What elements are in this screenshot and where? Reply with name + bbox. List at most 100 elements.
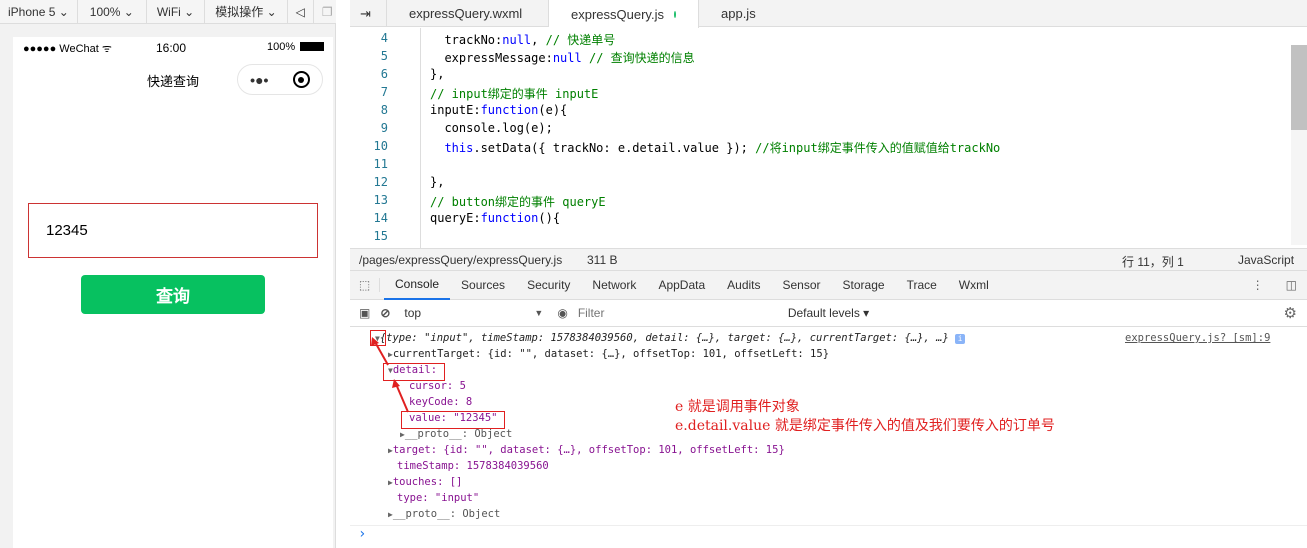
levels-select[interactable]: Default levels ▾ — [788, 306, 869, 320]
tab-expressquery-wxml[interactable]: expressQuery.wxml — [387, 0, 549, 27]
info-icon: i — [955, 334, 966, 344]
tracking-number-input[interactable]: 12345 — [28, 203, 318, 258]
log-text: __proto__: Object — [404, 428, 513, 440]
devtools-tab-sources[interactable]: Sources — [450, 271, 516, 300]
editor-tabs: ⇥ expressQuery.wxml expressQuery.js app.… — [350, 0, 1307, 28]
code-token: function — [480, 103, 539, 117]
tab-app-js[interactable]: app.js — [699, 0, 778, 27]
code-line: expressMessage:null // 查询快递的信息 — [430, 49, 694, 66]
annotation-detail-value: e.detail.value 就是绑定事件传入的值及我们要传入的订单号 — [675, 418, 1055, 434]
source-link[interactable]: expressQuery.js? [sm]:9 — [1125, 332, 1270, 344]
line-number: 8 — [380, 103, 388, 117]
clear-console-icon[interactable]: ⊘ — [380, 306, 390, 320]
code-token: }, — [430, 67, 445, 81]
battery-icon — [300, 42, 324, 51]
code-token: inputE: — [430, 103, 481, 117]
arrow-icon — [395, 383, 409, 413]
code-line: // input绑定的事件 inputE — [430, 85, 598, 102]
devtools-tab-wxml[interactable]: Wxml — [948, 271, 1000, 300]
indent-guide — [420, 28, 421, 248]
language-mode[interactable]: JavaScript — [1238, 253, 1294, 267]
annotation-event-object: e 就是调用事件对象 — [675, 399, 800, 415]
devtools-tab-network[interactable]: Network — [581, 271, 647, 300]
modified-dot-icon — [673, 10, 676, 18]
context-dropdown-icon[interactable]: ▼ — [534, 308, 543, 318]
code-token: // 快递单号 — [545, 33, 616, 47]
tab-expressquery-js[interactable]: expressQuery.js — [549, 0, 699, 28]
code-line: inputE:function(e){ — [430, 103, 567, 117]
wifi-icon: ᯤ — [98, 43, 112, 55]
filter-input[interactable] — [577, 306, 783, 320]
line-number: 4 — [380, 31, 388, 45]
prop-proto[interactable]: ▶__proto__: Object — [388, 508, 500, 520]
code-line: }, — [430, 67, 444, 81]
code-token: // input绑定的事件 inputE — [430, 87, 599, 101]
more-icon[interactable]: •●• — [250, 72, 268, 88]
file-path: /pages/expressQuery/expressQuery.js — [359, 253, 563, 267]
more-options-icon[interactable]: ⋮ — [1252, 278, 1264, 292]
code-token: //将input绑定事件传入的值赋值给trackNo — [755, 141, 1001, 155]
devtools-tab-console[interactable]: Console — [384, 271, 451, 300]
arrow-icon — [374, 341, 389, 366]
operation-select[interactable]: 模拟操作 ⌄ — [205, 0, 288, 24]
arrow-head-icon — [392, 379, 400, 388]
cursor-position: 行 11，列 1 — [1122, 255, 1184, 269]
prop-proto-detail[interactable]: ▶__proto__: Object — [400, 428, 512, 440]
editor-scrollbar-thumb[interactable] — [1291, 45, 1307, 130]
console-output: ▼{type: "input", timeStamp: 157838403956… — [350, 328, 1307, 548]
devtools-tab-storage[interactable]: Storage — [832, 271, 896, 300]
line-number: 11 — [373, 157, 388, 171]
line-number: 14 — [373, 211, 388, 225]
code-token: expressMessage: — [430, 51, 553, 65]
dock-icon[interactable]: ◫ — [1286, 278, 1297, 292]
console-prompt[interactable]: › — [358, 526, 366, 542]
code-token: null — [502, 33, 532, 47]
code-token: (){ — [538, 211, 561, 225]
prop-touches[interactable]: ▶touches: [] — [388, 476, 462, 488]
log-text: __proto__: Object — [392, 508, 501, 520]
log-text: touches: [] — [392, 476, 463, 488]
line-number: 15 — [373, 229, 388, 243]
prop-target[interactable]: ▶target: {id: "", dataset: {…}, offsetTo… — [388, 444, 785, 456]
tab-label: expressQuery.js — [571, 6, 664, 22]
carrier-text: ●●●●● WeChat — [23, 43, 99, 55]
code-line: queryE:function(){ — [430, 211, 560, 225]
eye-icon[interactable]: ◉ — [557, 306, 567, 320]
context-select[interactable]: top — [404, 306, 534, 320]
log-text: target: {id: "", dataset: {…}, offsetTop… — [392, 444, 785, 456]
devtools-tab-appdata[interactable]: AppData — [647, 271, 716, 300]
prop-timestamp: timeStamp: 1578384039560 — [397, 460, 549, 472]
settings-gear-icon[interactable]: ⚙ — [1284, 304, 1297, 322]
simulator-toolbar: iPhone 5 ⌄ 100% ⌄ WiFi ⌄ 模拟操作 ⌄ ◁ ❐ — [0, 0, 336, 24]
code-line: console.log(e); — [430, 121, 553, 135]
toggle-tree-icon[interactable]: ⇥ — [350, 0, 387, 27]
sound-icon[interactable]: ◁ — [288, 0, 314, 24]
clock: 16:00 — [156, 41, 187, 55]
code-editor[interactable]: 4 trackNo:null, // 快递单号 5 expressMessage:… — [350, 28, 1290, 248]
devtools-tab-security[interactable]: Security — [516, 271, 581, 300]
simulator-panel: iPhone 5 ⌄ 100% ⌄ WiFi ⌄ 模拟操作 ⌄ ◁ ❐ ●●●●… — [0, 0, 336, 548]
window-icon[interactable]: ❐ — [314, 0, 341, 24]
inspect-icon[interactable]: ⬚ — [350, 278, 380, 292]
code-token: (e){ — [538, 103, 568, 117]
query-button[interactable]: 查询 — [81, 275, 265, 314]
phone-screen: ●●●●● WeChat ᯤ 16:00 100% 快递查询 •●• 12345… — [13, 37, 333, 548]
zoom-select[interactable]: 100% ⌄ — [78, 0, 147, 24]
code-token: trackNo: — [430, 33, 503, 47]
code-token: this — [444, 141, 474, 155]
code-token: queryE: — [430, 211, 481, 225]
line-number: 5 — [380, 49, 388, 63]
network-select[interactable]: WiFi ⌄ — [147, 0, 206, 24]
close-miniprogram-icon[interactable] — [292, 71, 310, 88]
device-select[interactable]: iPhone 5 ⌄ — [0, 0, 78, 24]
devtools-tab-sensor[interactable]: Sensor — [772, 271, 832, 300]
code-token: console.log(e); — [430, 121, 553, 135]
prop-type: type: "input" — [397, 492, 480, 504]
devtools-tab-audits[interactable]: Audits — [716, 271, 771, 300]
devtools-tab-trace[interactable]: Trace — [896, 271, 948, 300]
carrier-status: ●●●●● WeChat ᯤ — [23, 41, 112, 56]
code-line: this.setData({ trackNo: e.detail.value }… — [430, 139, 1000, 156]
sidebar-toggle-icon[interactable]: ▣ — [359, 306, 370, 320]
capsule-menu[interactable]: •●• — [237, 64, 323, 95]
